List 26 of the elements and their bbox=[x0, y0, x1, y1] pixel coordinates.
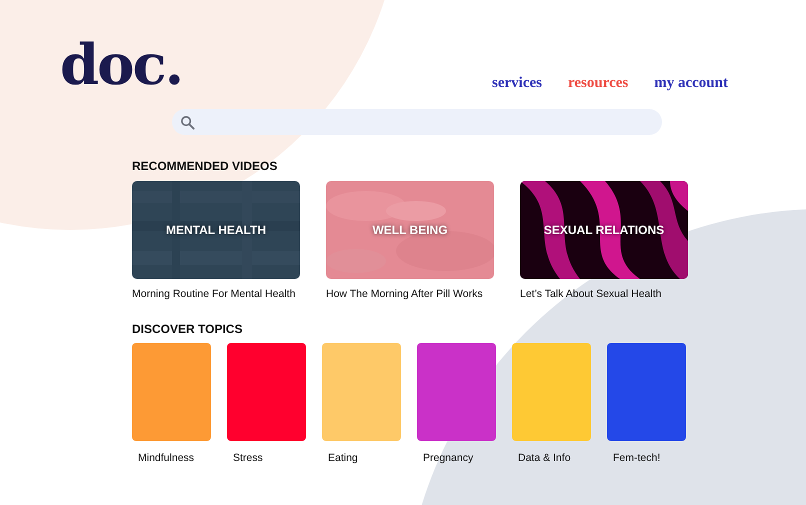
video-title[interactable]: How The Morning After Pill Works bbox=[326, 288, 494, 300]
nav-link[interactable]: my account bbox=[654, 75, 728, 92]
topic-label[interactable]: Fem-tech! bbox=[613, 452, 686, 464]
video-title[interactable]: Let’s Talk About Sexual Health bbox=[520, 288, 688, 300]
topic-label[interactable]: Pregnancy bbox=[423, 452, 496, 464]
topic-label[interactable]: Mindfulness bbox=[138, 452, 211, 464]
video-label: MENTAL HEALTH bbox=[166, 223, 266, 237]
topic-tile[interactable] bbox=[417, 343, 496, 441]
topic-tile[interactable] bbox=[607, 343, 686, 441]
logo: doc. bbox=[60, 32, 182, 98]
section-heading: RECOMMENDED VIDEOS bbox=[132, 159, 278, 173]
topic-tile[interactable] bbox=[132, 343, 211, 441]
topic-tile[interactable] bbox=[512, 343, 591, 441]
search-icon bbox=[180, 114, 195, 130]
nav-link[interactable]: services bbox=[492, 75, 542, 92]
search-field[interactable] bbox=[172, 109, 662, 135]
topic-label[interactable]: Stress bbox=[233, 452, 306, 464]
video-thumbnail[interactable]: MENTAL HEALTH bbox=[132, 181, 300, 279]
nav-link[interactable]: resources bbox=[568, 75, 628, 92]
topic-tile[interactable] bbox=[322, 343, 401, 441]
topic-tile[interactable] bbox=[227, 343, 306, 441]
video-label: WELL BEING bbox=[372, 223, 448, 237]
topic-label[interactable]: Eating bbox=[328, 452, 401, 464]
section-heading: DISCOVER TOPICS bbox=[132, 322, 244, 336]
topic-label[interactable]: Data & Info bbox=[518, 452, 591, 464]
video-title[interactable]: Morning Routine For Mental Health bbox=[132, 288, 300, 300]
